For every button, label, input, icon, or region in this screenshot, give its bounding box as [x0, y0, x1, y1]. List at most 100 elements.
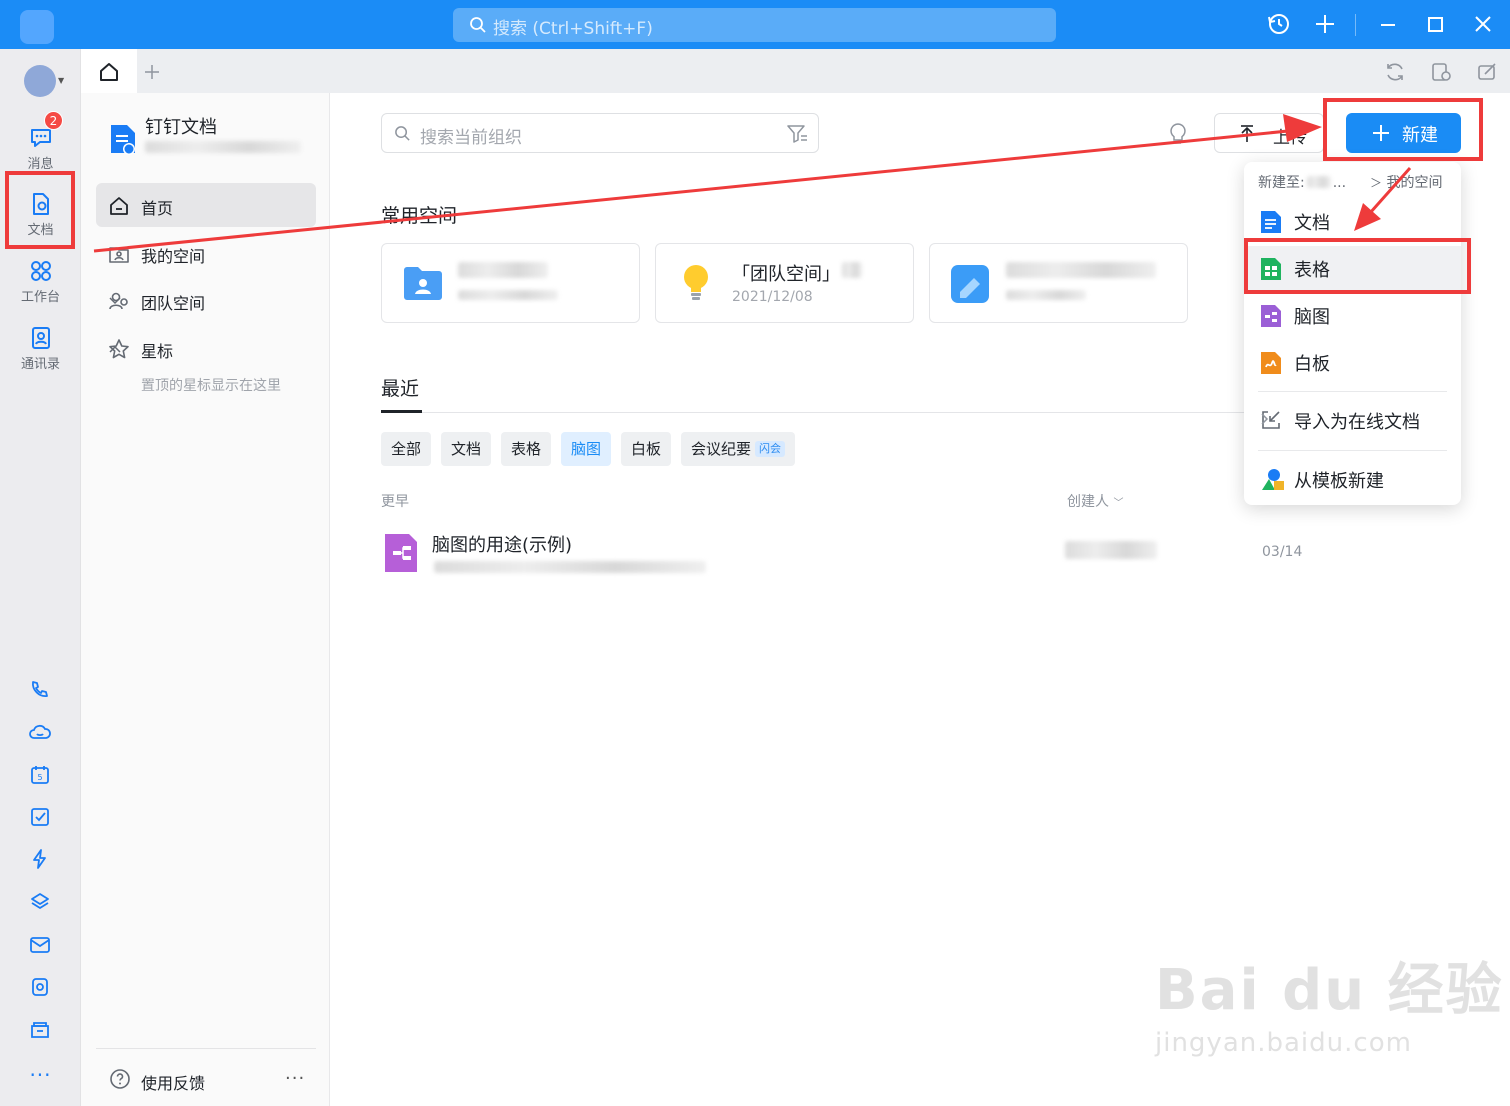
menu-path-target: 我的空间	[1386, 175, 1443, 191]
menu-item-template[interactable]: 从模板新建	[1244, 457, 1461, 501]
nav-team-space[interactable]: 团队空间	[96, 278, 316, 322]
folder-box-icon[interactable]	[28, 1018, 52, 1042]
rail-more-icon[interactable]: ···	[0, 1063, 81, 1087]
chevron-right-icon	[1261, 413, 1269, 425]
maximize-icon[interactable]	[1423, 12, 1447, 36]
filter-docs[interactable]: 文档	[441, 432, 492, 466]
menu-path-target-wrap[interactable]: ＞ 我的空间	[1370, 172, 1442, 192]
whiteboard-icon	[1261, 352, 1281, 374]
avatar[interactable]	[24, 65, 56, 97]
menu-path-ellipsis: ...	[1332, 175, 1347, 191]
nav-home[interactable]: 首页	[96, 183, 316, 227]
filter-icon[interactable]	[786, 124, 808, 144]
phone-icon[interactable]	[28, 678, 52, 702]
lightbulb-icon	[684, 265, 708, 300]
space-card[interactable]	[381, 243, 640, 323]
recent-title: 最近	[381, 378, 420, 400]
rail-item-messages[interactable]: 消息	[0, 125, 81, 172]
history-icon[interactable]	[1267, 12, 1291, 36]
filter-sheets[interactable]: 表格	[501, 432, 552, 466]
global-search-input[interactable]: 搜索 (Ctrl+Shift+F)	[453, 8, 1056, 42]
sync-icon[interactable]	[1384, 61, 1406, 83]
side-more-icon[interactable]: ···	[285, 1068, 305, 1089]
caret-down-icon: ▼	[58, 76, 65, 85]
upload-button[interactable]: 上传	[1214, 113, 1324, 153]
nav-my-space-label: 我的空间	[141, 247, 206, 266]
group-label: 更早	[381, 494, 409, 510]
space-card[interactable]: 「团队空间」 2021/12/08	[655, 243, 914, 323]
org-search-input[interactable]: 搜索当前组织	[381, 113, 819, 153]
lightning-icon[interactable]	[28, 847, 52, 871]
chevron-up-icon[interactable]	[108, 342, 122, 356]
app-logo-icon	[20, 10, 54, 44]
mindmap-file-icon	[385, 534, 417, 572]
filter-meeting-notes[interactable]: 会议纪要 闪会	[681, 432, 796, 466]
close-icon[interactable]	[1471, 12, 1495, 36]
rail-label-workbench: 工作台	[20, 290, 60, 305]
nav-my-space[interactable]: 我的空间	[96, 231, 316, 275]
rail-item-contacts[interactable]: 通讯录	[0, 325, 81, 372]
blurred-file-path	[434, 561, 706, 573]
apps-grid-icon	[30, 261, 51, 281]
file-link-icon[interactable]	[28, 975, 52, 999]
mail-icon[interactable]	[28, 933, 52, 957]
template-icon	[1262, 469, 1284, 490]
chevron-right-icon: ＞	[1370, 176, 1383, 190]
flash-meeting-tag: 闪会	[755, 441, 786, 457]
creator-column-header[interactable]: 创建人 ﹀	[1067, 491, 1123, 511]
global-search-placeholder: 搜索 (Ctrl+Shift+F)	[493, 19, 653, 39]
space-card[interactable]	[929, 243, 1188, 323]
nav-home-label: 首页	[141, 199, 174, 218]
lightbulb-icon[interactable]	[1168, 122, 1188, 146]
mindmap-icon	[1261, 305, 1281, 327]
nav-starred-label: 星标	[141, 342, 174, 361]
space-card-title: 「团队空间」	[732, 264, 840, 285]
nav-team-space-label: 团队空间	[141, 294, 206, 313]
tab-home[interactable]	[81, 49, 137, 93]
new-dropdown-menu: 新建至:... ＞ 我的空间 文档 表格 脑图 白板 导入为在线文档 从模板新建	[1244, 162, 1461, 505]
feedback-link[interactable]: 使用反馈	[109, 1068, 205, 1094]
menu-item-doc[interactable]: 文档	[1244, 199, 1461, 243]
blurred-space-date	[1006, 290, 1086, 300]
cloud-icon[interactable]	[28, 720, 52, 744]
home-icon	[110, 197, 128, 215]
upload-label: 上传	[1273, 128, 1307, 148]
contacts-icon	[31, 327, 50, 349]
filter-all[interactable]: 全部	[381, 432, 432, 466]
menu-item-import[interactable]: 导入为在线文档	[1244, 398, 1461, 442]
side-panel: 钉钉文档 首页 我的空间 团队空间 星标 置顶的星标显示在这里 使用反馈 ···	[81, 93, 330, 1106]
menu-divider	[1258, 450, 1447, 451]
file-name[interactable]: 脑图的用途(示例)	[432, 531, 572, 557]
file-date: 03/14	[1262, 544, 1303, 560]
chevron-down-icon[interactable]	[108, 294, 122, 308]
highlight-sheet-item	[1244, 238, 1471, 294]
blurred-space-name	[1006, 262, 1156, 278]
menu-item-whiteboard[interactable]: 白板	[1244, 340, 1461, 384]
title-bar: 搜索 (Ctrl+Shift+F)	[0, 0, 1510, 49]
menu-item-mindmap[interactable]: 脑图	[1244, 293, 1461, 337]
minimize-icon[interactable]	[1376, 12, 1400, 36]
calendar-icon[interactable]: 5	[28, 763, 52, 787]
dingtalk-docs-logo-icon	[111, 125, 135, 155]
blurred-space-name	[458, 262, 548, 278]
nav-starred[interactable]: 星标	[96, 326, 316, 370]
filter-meeting-notes-label: 会议纪要	[691, 440, 752, 458]
menu-import-label: 导入为在线文档	[1294, 412, 1420, 433]
blurred-creator	[1065, 541, 1157, 559]
blurred-space-date	[458, 290, 558, 300]
rail-item-workbench[interactable]: 工作台	[0, 258, 81, 305]
edit-window-icon[interactable]	[1476, 61, 1498, 83]
plus-icon[interactable]	[1313, 12, 1337, 36]
menu-divider	[1258, 391, 1447, 392]
todo-icon[interactable]	[28, 805, 52, 829]
filter-whiteboard[interactable]: 白板	[621, 432, 672, 466]
new-tab-icon[interactable]	[144, 64, 160, 80]
highlight-new-button	[1323, 98, 1483, 161]
org-search-placeholder: 搜索当前组织	[420, 128, 522, 148]
recent-doc-icon[interactable]	[1430, 61, 1452, 83]
search-icon	[395, 126, 410, 141]
space-cover-icon	[951, 265, 989, 303]
filter-mindmap[interactable]: 脑图	[561, 432, 612, 466]
layers-icon[interactable]	[28, 890, 52, 914]
blurred-org	[1306, 176, 1331, 188]
